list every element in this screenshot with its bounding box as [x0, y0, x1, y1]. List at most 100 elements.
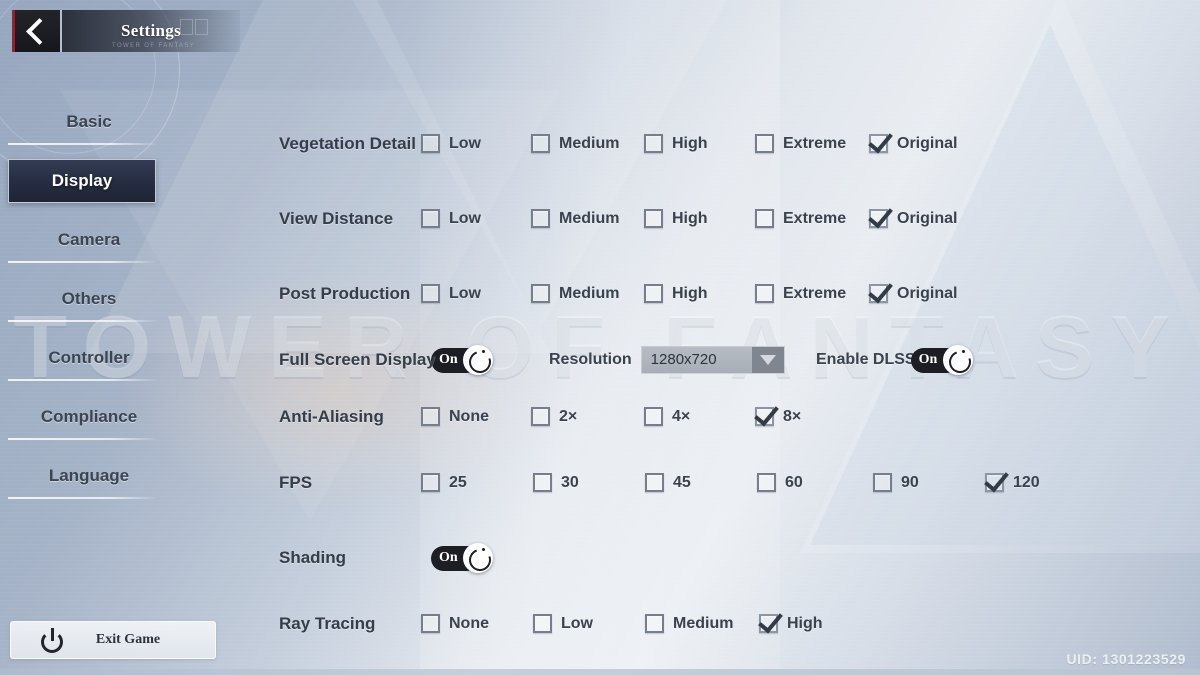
sidebar-item-compliance[interactable]: Compliance	[0, 395, 178, 440]
checkbox[interactable]	[421, 407, 440, 426]
checkbox[interactable]	[533, 614, 552, 633]
option-postproduction-medium[interactable]: Medium	[531, 284, 619, 303]
checkbox[interactable]	[645, 473, 664, 492]
checkbox[interactable]	[644, 134, 663, 153]
checkbox-checked[interactable]	[755, 407, 774, 426]
option-fps-60[interactable]: 60	[757, 473, 803, 492]
option-viewdistance-original[interactable]: Original	[869, 209, 957, 228]
setting-label: Vegetation Detail	[279, 133, 416, 153]
option-raytracing-medium[interactable]: Medium	[645, 614, 733, 633]
checkbox[interactable]	[531, 407, 550, 426]
sidebar-item-language[interactable]: Language	[0, 454, 178, 499]
setting-label: Ray Tracing	[279, 613, 376, 633]
option-postproduction-high[interactable]: High	[644, 284, 708, 303]
chevron-down-icon[interactable]	[751, 346, 784, 373]
checkbox-checked[interactable]	[985, 473, 1004, 492]
option-label: Low	[561, 614, 593, 632]
option-vegetation-extreme[interactable]: Extreme	[755, 134, 846, 153]
sidebar-item-basic[interactable]: Basic	[0, 100, 178, 145]
option-label: 60	[785, 473, 803, 491]
option-aa-8x[interactable]: 8×	[755, 407, 801, 426]
checkbox[interactable]	[645, 614, 664, 633]
checkbox[interactable]	[644, 209, 663, 228]
option-label: 8×	[783, 407, 802, 425]
option-viewdistance-medium[interactable]: Medium	[531, 209, 619, 228]
checkbox[interactable]	[755, 134, 774, 153]
checkbox[interactable]	[421, 614, 440, 633]
option-vegetation-high[interactable]: High	[644, 134, 708, 153]
option-fps-30[interactable]: 30	[533, 473, 579, 492]
back-button[interactable]	[12, 10, 60, 52]
setting-row-fps: FPS 25 30 45 60 90 120	[279, 445, 1179, 520]
sidebar-item-controller[interactable]: Controller	[0, 336, 178, 381]
option-fps-45[interactable]: 45	[645, 473, 691, 492]
option-raytracing-none[interactable]: None	[421, 614, 489, 633]
exit-game-button[interactable]: Exit Game	[10, 621, 216, 659]
option-postproduction-low[interactable]: Low	[421, 284, 481, 303]
option-vegetation-medium[interactable]: Medium	[531, 134, 619, 153]
option-raytracing-high[interactable]: High	[759, 614, 823, 633]
toggle-switch[interactable]: On	[431, 542, 493, 573]
option-aa-4x[interactable]: 4×	[644, 407, 690, 426]
sidebar-item-others[interactable]: Others	[0, 277, 178, 322]
power-icon	[41, 628, 65, 653]
sidebar-nav: Basic Display Camera Others Controller C…	[0, 100, 178, 513]
toggle-enable-dlss[interactable]: On	[910, 344, 973, 375]
checkbox[interactable]	[421, 473, 440, 492]
option-label: Extreme	[783, 134, 847, 152]
checkbox-checked[interactable]	[759, 614, 778, 633]
exit-game-label: Exit Game	[95, 632, 161, 647]
resolution-control[interactable]: Resolution 1280x720	[549, 345, 785, 374]
option-raytracing-low[interactable]: Low	[533, 614, 593, 633]
checkbox[interactable]	[757, 473, 776, 492]
option-aa-2x[interactable]: 2×	[531, 407, 577, 426]
toggle-shading[interactable]: On	[431, 542, 493, 573]
toggle-state-label: On	[439, 550, 458, 565]
checkbox-checked[interactable]	[869, 284, 888, 303]
sidebar-item-display[interactable]: Display	[8, 159, 156, 203]
checkbox[interactable]	[531, 209, 550, 228]
option-vegetation-low[interactable]: Low	[421, 134, 481, 153]
option-fps-90[interactable]: 90	[873, 473, 919, 492]
checkbox[interactable]	[755, 209, 774, 228]
checkbox[interactable]	[531, 134, 550, 153]
sidebar-item-label: Controller	[48, 348, 130, 367]
checkbox[interactable]	[533, 473, 552, 492]
checkbox[interactable]	[755, 284, 774, 303]
checkbox[interactable]	[644, 407, 663, 426]
option-fps-25[interactable]: 25	[421, 473, 467, 492]
option-viewdistance-extreme[interactable]: Extreme	[755, 209, 846, 228]
checkbox-checked[interactable]	[869, 209, 888, 228]
option-viewdistance-low[interactable]: Low	[421, 209, 481, 228]
checkbox[interactable]	[873, 473, 892, 492]
checkbox[interactable]	[421, 284, 440, 303]
checkbox[interactable]	[531, 284, 550, 303]
option-fps-120[interactable]: 120	[985, 473, 1040, 492]
option-label: Extreme	[783, 284, 847, 302]
toggle-full-screen-display[interactable]: On	[431, 344, 493, 375]
option-aa-none[interactable]: None	[421, 407, 489, 426]
setting-label-shading: Shading	[279, 547, 347, 567]
checkbox[interactable]	[421, 134, 440, 153]
option-label: 45	[673, 473, 691, 491]
setting-label-resolution: Resolution	[549, 350, 632, 368]
setting-row-shading: Shading On	[279, 520, 1179, 595]
option-label: 120	[1013, 473, 1040, 491]
option-postproduction-extreme[interactable]: Extreme	[755, 284, 846, 303]
page-title: Settings	[120, 21, 181, 40]
sidebar-item-underline	[8, 497, 156, 499]
toggle-switch[interactable]: On	[431, 344, 493, 375]
checkbox[interactable]	[421, 209, 440, 228]
dlss-control[interactable]: Enable DLSS On	[816, 344, 973, 375]
setting-label: View Distance	[279, 208, 394, 228]
checkbox[interactable]	[644, 284, 663, 303]
checkbox-checked[interactable]	[869, 134, 888, 153]
uid-text: UID: 1301223529	[1066, 651, 1186, 667]
option-postproduction-original[interactable]: Original	[869, 284, 957, 303]
option-viewdistance-high[interactable]: High	[644, 209, 708, 228]
option-vegetation-original[interactable]: Original	[869, 134, 957, 153]
option-label: High	[672, 134, 708, 152]
resolution-dropdown[interactable]: 1280x720	[640, 345, 785, 374]
setting-row-view-distance: View Distance Low Medium High Extreme Or…	[279, 181, 1179, 256]
sidebar-item-camera[interactable]: Camera	[0, 218, 178, 263]
